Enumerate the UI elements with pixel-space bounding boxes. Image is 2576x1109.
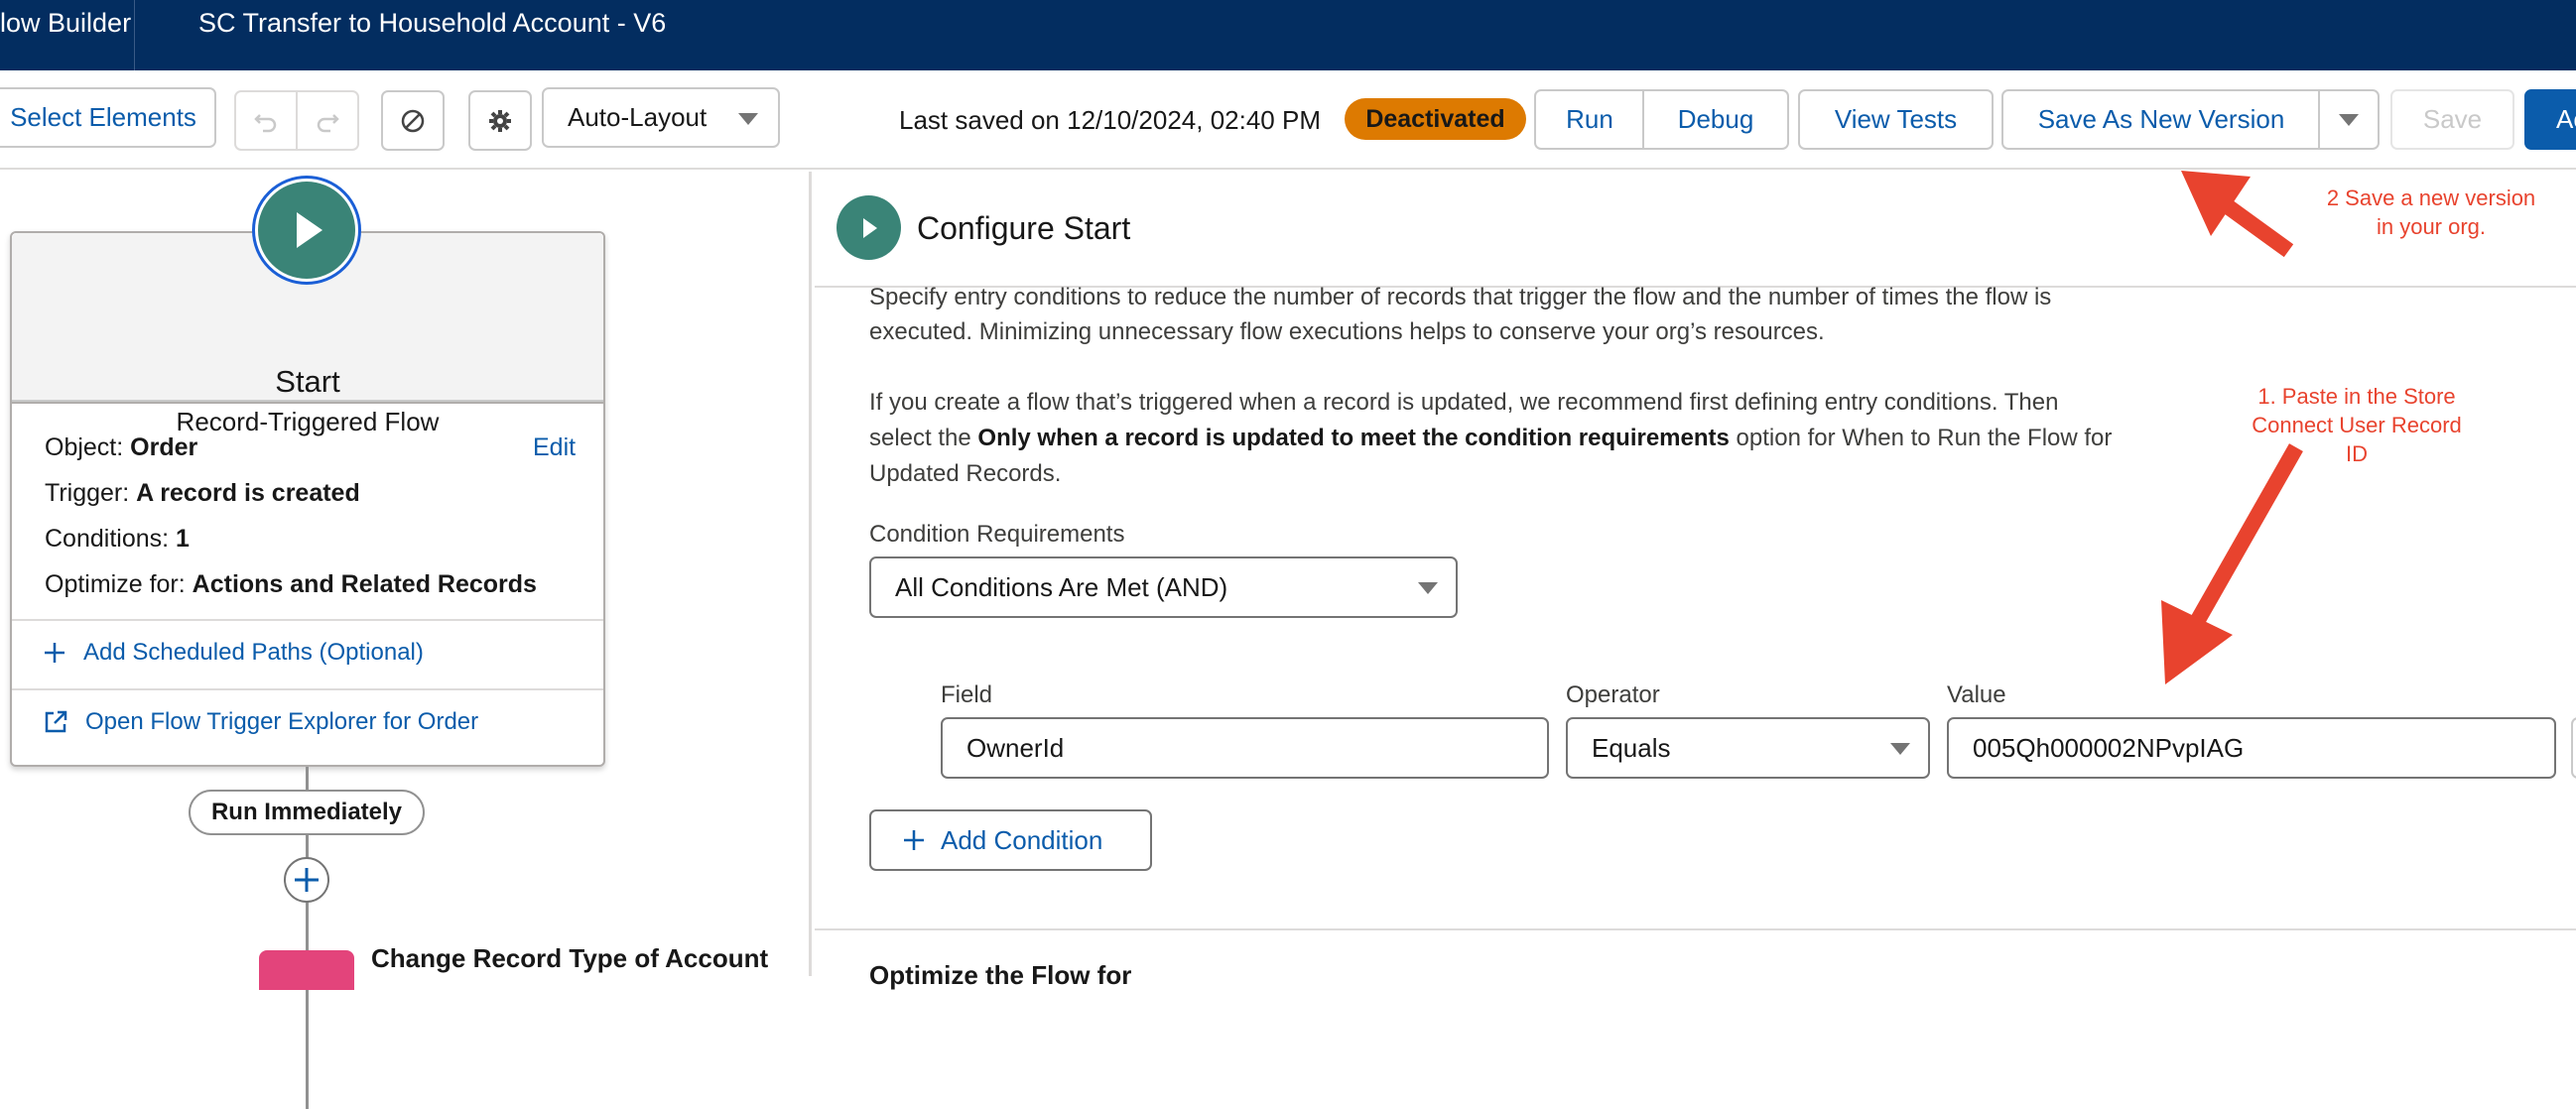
arrow-2-head xyxy=(2181,171,2251,236)
annotation-arrows xyxy=(2161,171,2303,684)
arrow-1-shaft xyxy=(2187,443,2303,631)
